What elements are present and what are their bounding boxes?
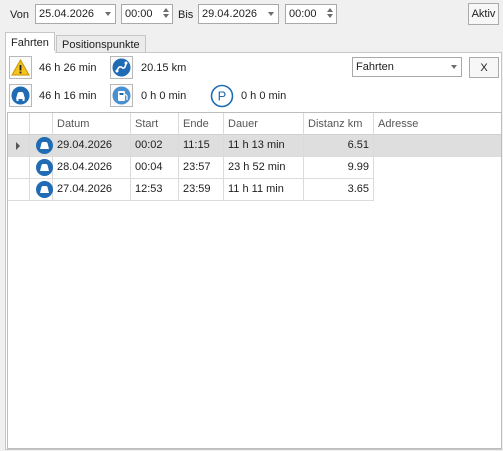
warning-time-value: 46 h 26 min <box>39 62 97 74</box>
cell-start: 12:53 <box>131 179 179 201</box>
to-date-value: 29.04.2026 <box>202 8 258 20</box>
warning-icon <box>9 56 32 79</box>
spin-buttons-icon[interactable] <box>326 7 334 21</box>
active-button[interactable]: Aktiv <box>468 3 499 25</box>
row-pointer-icon <box>16 142 20 150</box>
car-icon <box>36 181 53 198</box>
tab-fahrten-label: Fahrten <box>11 37 49 49</box>
spin-buttons-icon[interactable] <box>162 7 170 21</box>
cell-ende: 23:57 <box>179 157 224 179</box>
to-time-value: 00:00 <box>289 8 317 20</box>
distance-value: 20.15 km <box>141 62 187 74</box>
active-button-label: Aktiv <box>471 8 496 20</box>
view-select-value: Fahrten <box>356 61 394 73</box>
cell-start: 00:02 <box>131 135 179 157</box>
cell-dauer: 11 h 11 min <box>224 179 304 201</box>
column-header-distanz[interactable]: Distanz km <box>304 113 374 135</box>
cell-adresse <box>374 135 501 157</box>
parking-time-value: 0 h 0 min <box>241 90 287 102</box>
grid-header: Datum Start Ende Dauer Distanz km Adress… <box>8 113 501 135</box>
table-row[interactable]: 27.04.2026 12:53 23:59 11 h 11 min 3.65 <box>8 179 374 201</box>
row-indicator-cell <box>8 179 30 201</box>
parking-icon: P <box>210 84 234 108</box>
trips-grid: Datum Start Ende Dauer Distanz km Adress… <box>7 112 502 449</box>
cell-distanz: 9.99 <box>304 157 374 179</box>
cell-ende: 11:15 <box>179 135 224 157</box>
tab-fahrten[interactable]: Fahrten <box>5 32 55 53</box>
view-select[interactable]: Fahrten <box>352 57 462 77</box>
from-date-input[interactable]: 25.04.2026 <box>35 4 116 24</box>
from-label: Von <box>10 9 29 21</box>
clear-button[interactable]: X <box>469 57 499 78</box>
car-icon <box>9 84 32 107</box>
to-date-input[interactable]: 29.04.2026 <box>198 4 279 24</box>
from-date-value: 25.04.2026 <box>39 8 95 20</box>
svg-text:P: P <box>218 89 227 104</box>
idle-time-value: 0 h 0 min <box>141 90 187 102</box>
to-label: Bis <box>178 9 194 21</box>
cell-distanz: 3.65 <box>304 179 374 201</box>
car-icon <box>36 137 53 154</box>
row-indicator-cell <box>8 135 30 157</box>
column-header-datum[interactable]: Datum <box>53 113 131 135</box>
column-header-icon <box>30 113 53 135</box>
route-icon <box>110 56 133 79</box>
table-row[interactable]: 28.04.2026 00:04 23:57 23 h 52 min 9.99 <box>8 157 374 179</box>
column-header-ende[interactable]: Ende <box>179 113 224 135</box>
cell-ende: 23:59 <box>179 179 224 201</box>
from-time-value: 00:00 <box>125 8 153 20</box>
cell-dauer: 11 h 13 min <box>224 135 304 157</box>
cell-datum: 29.04.2026 <box>53 135 131 157</box>
car-icon <box>36 159 53 176</box>
clear-button-label: X <box>480 61 488 74</box>
from-time-input[interactable]: 00:00 <box>121 4 173 24</box>
column-header-dauer[interactable]: Dauer <box>224 113 304 135</box>
column-header-start[interactable]: Start <box>131 113 179 135</box>
table-row[interactable]: 29.04.2026 00:02 11:15 11 h 13 min 6.51 <box>8 135 501 157</box>
column-header-indicator <box>8 113 30 135</box>
drive-time-value: 46 h 16 min <box>39 90 97 102</box>
tab-positionspunkte-label: Positionspunkte <box>62 39 140 51</box>
cell-distanz: 6.51 <box>304 135 374 157</box>
chevron-down-icon[interactable] <box>268 12 274 16</box>
chevron-down-icon[interactable] <box>451 65 457 69</box>
cell-start: 00:04 <box>131 157 179 179</box>
chevron-down-icon[interactable] <box>105 12 111 16</box>
column-header-adresse[interactable]: Adresse <box>374 113 501 135</box>
row-indicator-cell <box>8 157 30 179</box>
cell-dauer: 23 h 52 min <box>224 157 304 179</box>
cell-datum: 27.04.2026 <box>53 179 131 201</box>
cell-datum: 28.04.2026 <box>53 157 131 179</box>
idle-icon <box>110 84 133 107</box>
to-time-input[interactable]: 00:00 <box>285 4 337 24</box>
